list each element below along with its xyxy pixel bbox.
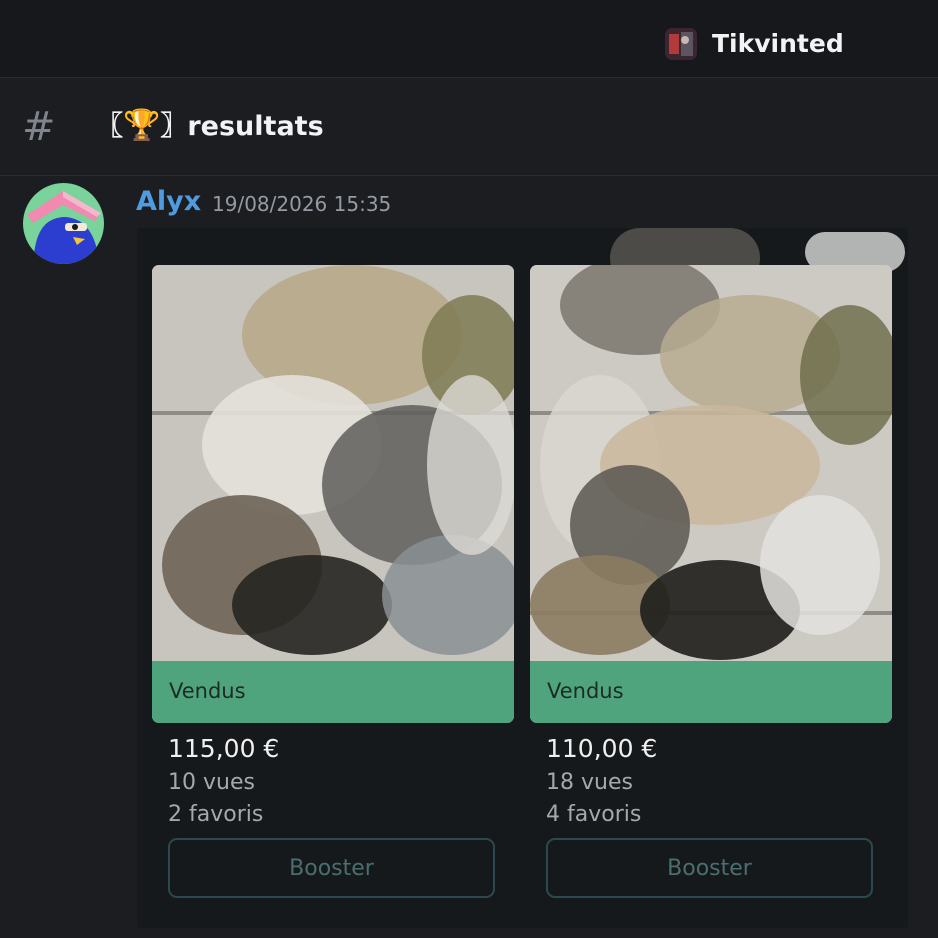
channel-name-prefix: 〖 xyxy=(96,111,123,142)
server-icon[interactable] xyxy=(665,28,697,60)
listing-favorites: 2 favoris xyxy=(168,802,264,827)
message-author[interactable]: Alyx xyxy=(136,184,201,220)
channel-hash-icon: # xyxy=(22,104,56,150)
sold-status-label: Vendus xyxy=(169,679,246,703)
message-timestamp: 19/08/2026 15:35 xyxy=(212,192,392,216)
channel-name-suffix: 〗resultats xyxy=(160,111,324,142)
listing-views: 18 vues xyxy=(546,770,633,795)
sold-status-bar: Vendus xyxy=(530,661,892,723)
booster-button[interactable]: Booster xyxy=(168,838,495,898)
channel-name: 〖🏆〗resultats xyxy=(96,104,324,149)
sold-status-bar: Vendus xyxy=(152,661,514,723)
sold-status-label: Vendus xyxy=(547,679,624,703)
listing-price: 115,00 € xyxy=(168,734,280,763)
listing-price: 110,00 € xyxy=(546,734,658,763)
listing-photo-blurred xyxy=(152,265,514,661)
listing-favorites: 4 favoris xyxy=(546,802,642,827)
listing-photo-blurred xyxy=(530,265,892,661)
trophy-icon: 🏆 xyxy=(123,108,161,143)
listing-views: 10 vues xyxy=(168,770,255,795)
booster-button[interactable]: Booster xyxy=(546,838,873,898)
server-name[interactable]: Tikvinted xyxy=(712,28,844,60)
listing-card[interactable]: Vendus xyxy=(152,265,514,723)
avatar[interactable] xyxy=(23,183,104,264)
listing-card[interactable]: Vendus xyxy=(530,265,892,723)
